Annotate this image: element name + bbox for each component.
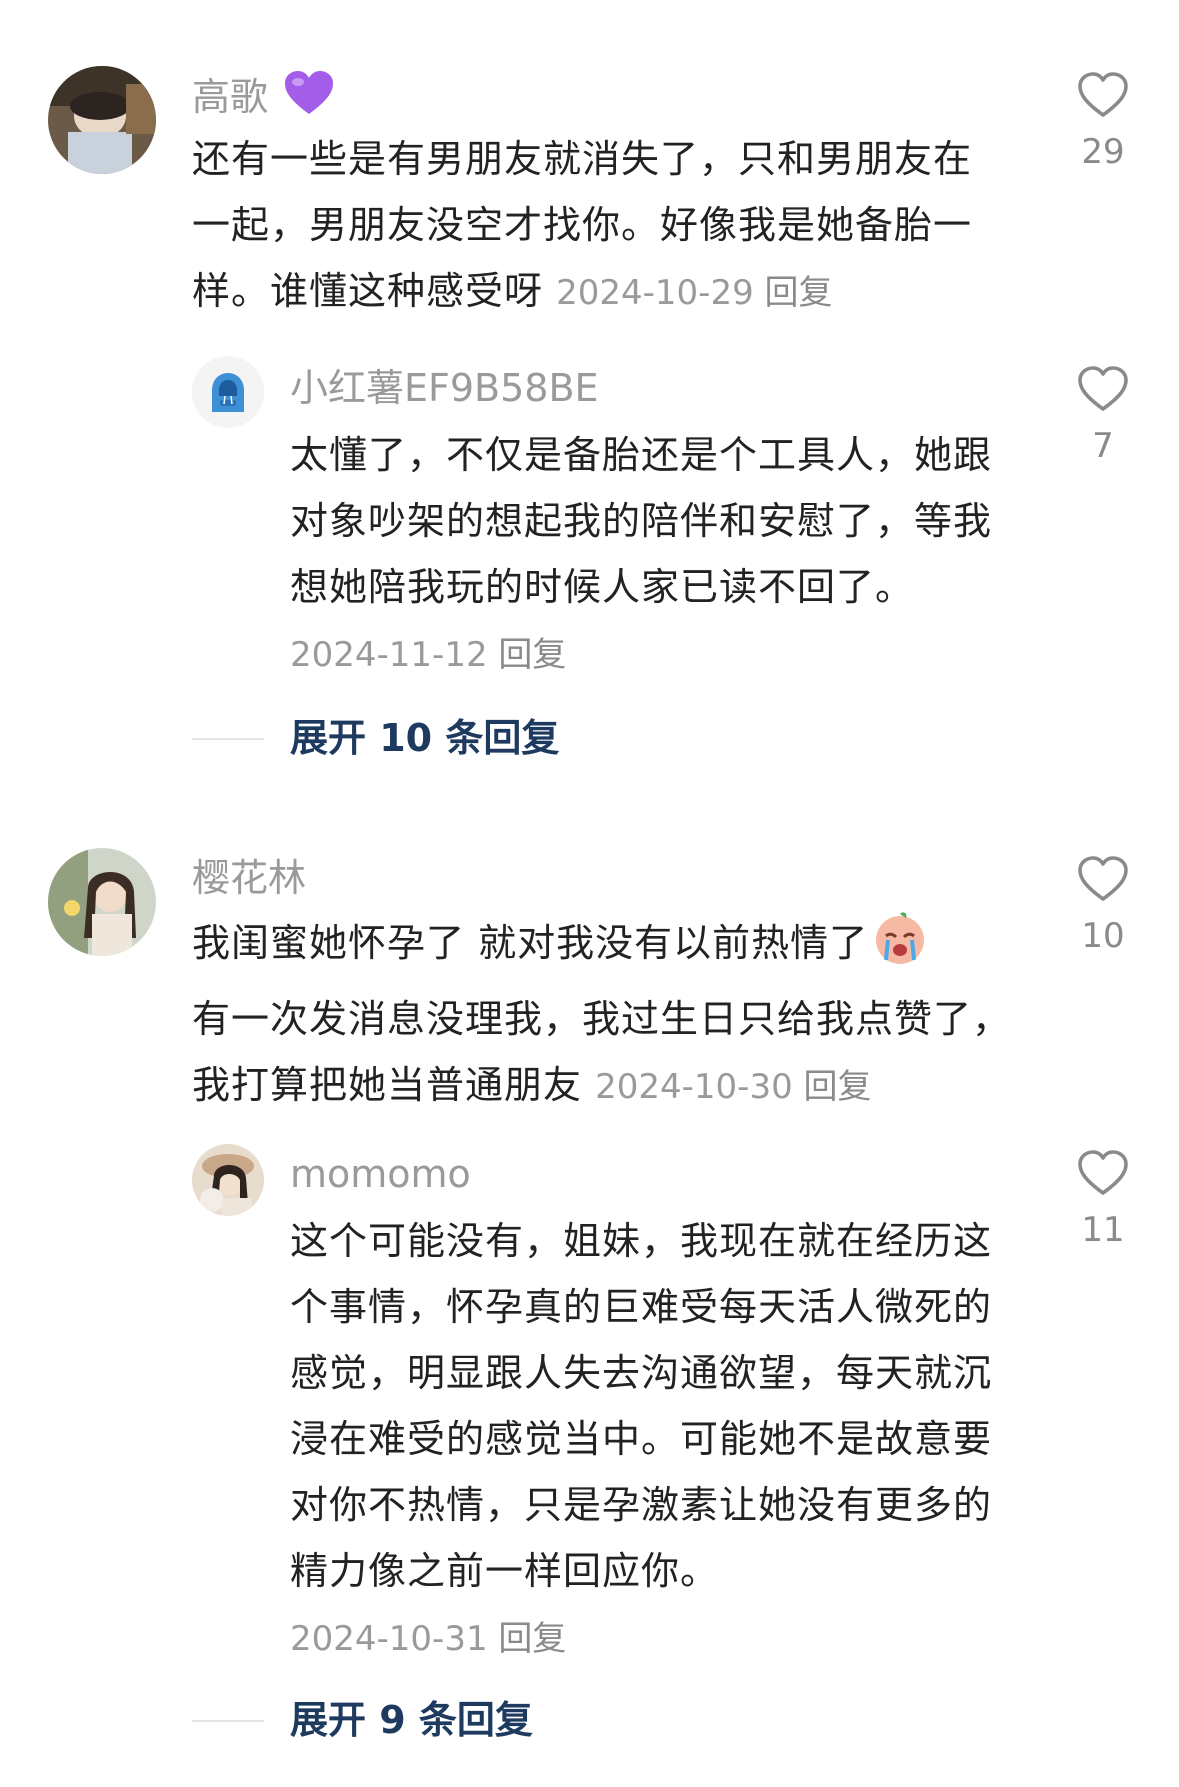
reply-meta: 2024-10-31 回复 [290,1619,566,1659]
comment-date: 2024-10-29 [556,273,754,313]
user-photo-avatar-icon [192,1144,264,1216]
avatar[interactable] [48,848,156,956]
reply-button[interactable]: 回复 [498,1619,566,1659]
like-button[interactable]: 10 [1068,856,1138,956]
username[interactable]: 樱花林 [192,854,306,902]
reply-meta: 2024-11-12 回复 [290,635,566,675]
reply-text: 太懂了，不仅是备胎还是个工具人，她跟对象吵架的想起我的陪伴和安慰了，等我想她陪我… [290,433,993,609]
heart-outline-icon [1078,366,1128,411]
comment-body: 我闺蜜她怀孕了 就对我没有以前热情了 有一次发消息没理我，我过生日只给我点赞了，… [192,910,1012,1120]
like-count: 10 [1081,916,1125,956]
expand-replies-button[interactable]: 展开 9 条回复 [192,1690,892,1750]
username[interactable]: 高歌 [192,70,334,127]
blue-hoodie-avatar-icon [192,356,264,428]
expand-replies-label: 展开 10 条回复 [290,716,560,760]
avatar[interactable] [48,66,156,174]
reply-button[interactable]: 回复 [804,1067,872,1107]
like-count: 7 [1092,426,1114,466]
reply-button[interactable]: 回复 [765,273,833,313]
username-text: 高歌 [192,75,269,119]
comment-text: 我闺蜜她怀孕了 就对我没有以前热情了 [192,921,869,965]
like-button[interactable]: 29 [1068,72,1138,172]
comment-body: 还有一些是有男朋友就消失了，只和男朋友在一起，男朋友没空才找你。好像我是她备胎一… [192,126,992,326]
expand-replies-label: 展开 9 条回复 [290,1698,533,1742]
divider-line [192,738,264,740]
heart-outline-icon [1078,1150,1128,1195]
user-photo-avatar-icon [48,66,156,174]
like-button[interactable]: 7 [1068,366,1138,466]
like-button[interactable]: 11 [1068,1150,1138,1250]
reply-date: 2024-11-12 [290,635,488,675]
avatar[interactable] [192,356,264,428]
username[interactable]: 小红薯EF9B58BE [290,364,599,412]
reply-date: 2024-10-31 [290,1619,488,1659]
comment-date: 2024-10-30 [595,1067,793,1107]
heart-outline-icon [1078,72,1128,117]
comment-meta: 2024-10-30 回复 [595,1067,871,1107]
reply-button[interactable]: 回复 [498,635,566,675]
comments-page: 高歌 还有一些是有男朋友就消失了，只和男朋友在一起，男朋友没空才找你。好像我是她… [0,0,1179,1787]
expand-replies-button[interactable]: 展开 10 条回复 [192,708,892,768]
avatar[interactable] [192,1144,264,1216]
purple-heart-icon [284,70,334,127]
user-photo-avatar-icon [48,848,156,956]
like-count: 11 [1081,1210,1125,1250]
reply-body: 太懂了，不仅是备胎还是个工具人，她跟对象吵架的想起我的陪伴和安慰了，等我想她陪我… [290,422,1010,688]
reply-body: 这个可能没有，姐妹，我现在就在经历这个事情，怀孕真的巨难受每天活人微死的感觉，明… [290,1208,1010,1672]
reply-text: 这个可能没有，姐妹，我现在就在经历这个事情，怀孕真的巨难受每天活人微死的感觉，明… [290,1219,993,1593]
username[interactable]: momomo [290,1150,471,1198]
crying-face-emoji-icon [872,910,928,986]
comment-meta: 2024-10-29 回复 [556,273,832,313]
like-count: 29 [1081,132,1125,172]
heart-outline-icon [1078,856,1128,901]
divider-line [192,1720,264,1722]
